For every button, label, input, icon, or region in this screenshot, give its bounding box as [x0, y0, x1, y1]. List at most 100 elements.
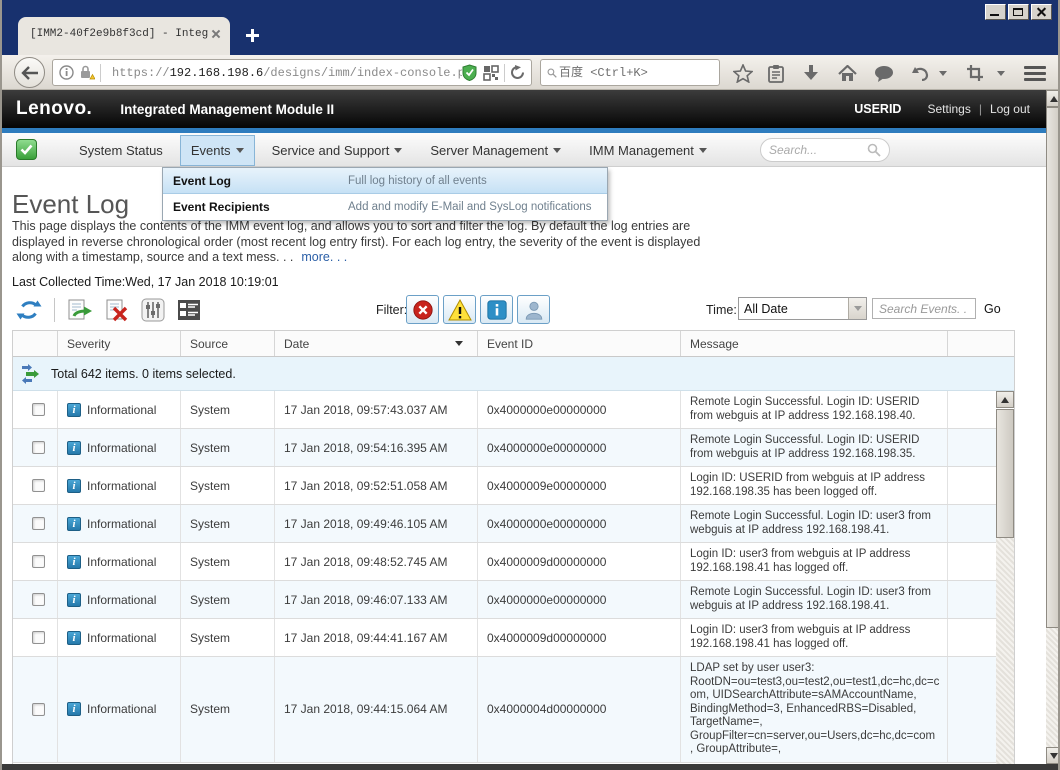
jump-to-filter-icon[interactable]: [21, 363, 43, 385]
table-scrollbar[interactable]: [996, 391, 1014, 764]
event-search-box[interactable]: [872, 298, 976, 319]
table-scrollbar-track[interactable]: [996, 538, 1014, 764]
table-scrollbar-thumb[interactable]: [996, 409, 1014, 538]
chevron-down-icon: [394, 148, 402, 153]
header-message[interactable]: Message: [681, 331, 948, 356]
browser-tab[interactable]: [IMM2-40f2e9b8f3cd] - Integ··: [18, 17, 230, 55]
undo-icon[interactable]: [907, 60, 933, 86]
nav-item-events[interactable]: Events: [180, 135, 255, 166]
close-button[interactable]: [1031, 4, 1052, 20]
bookmarks-panel-icon[interactable]: [763, 60, 789, 86]
row-select-cell: [13, 581, 58, 618]
time-select[interactable]: All Date: [738, 297, 867, 320]
event-id-cell: 0x4000009e00000000: [478, 467, 681, 504]
screenshot-menu-caret-icon[interactable]: [994, 60, 1008, 86]
settings-link[interactable]: Settings: [927, 102, 970, 116]
browser-search-input[interactable]: [557, 65, 713, 81]
browser-search-box[interactable]: [540, 59, 720, 86]
message-cell: Login ID: USERID from webguis at IP addr…: [681, 467, 948, 504]
logout-link[interactable]: Log out: [990, 102, 1030, 116]
severity-cell: iInformational: [58, 505, 181, 542]
undo-menu-caret-icon[interactable]: [936, 60, 950, 86]
refresh-icon[interactable]: [14, 296, 44, 324]
nav-item-system-status[interactable]: System Status: [68, 135, 174, 166]
filter-info-button[interactable]: [480, 295, 513, 324]
time-select-value: All Date: [744, 302, 788, 316]
header-severity[interactable]: Severity: [58, 331, 181, 356]
new-tab-button[interactable]: [240, 25, 264, 47]
description-text: This page displays the contents of the I…: [12, 219, 700, 264]
screenshot-tool-icon[interactable]: [962, 60, 988, 86]
audit-person-icon: [523, 299, 545, 321]
sort-desc-icon[interactable]: [455, 341, 463, 346]
nav-item-server-management[interactable]: Server Management: [419, 135, 572, 166]
row-checkbox[interactable]: [32, 593, 45, 606]
row-checkbox[interactable]: [32, 555, 45, 568]
header-select-column[interactable]: [13, 331, 58, 356]
informational-icon: i: [67, 403, 81, 417]
reload-icon[interactable]: [510, 65, 525, 80]
bookmark-star-icon[interactable]: [730, 60, 756, 86]
scroll-down-button[interactable]: [1046, 747, 1060, 764]
scroll-up-button[interactable]: [1046, 90, 1060, 107]
time-select-caret-icon[interactable]: [848, 298, 866, 319]
nav-search-box[interactable]: Search...: [760, 138, 890, 162]
lenovo-logo: Lenovo.: [16, 98, 92, 120]
informational-icon: i: [67, 555, 81, 569]
source-cell: System: [181, 581, 275, 618]
minimize-button[interactable]: [985, 4, 1006, 20]
filter-error-button[interactable]: [406, 295, 439, 324]
table-row: iInformational System 17 Jan 2018, 09:52…: [13, 467, 1014, 505]
nav-item-service-and-support[interactable]: Service and Support: [261, 135, 414, 166]
informational-icon: i: [67, 593, 81, 607]
qr-code-icon[interactable]: [483, 65, 499, 81]
downloads-icon[interactable]: [798, 60, 824, 86]
row-checkbox[interactable]: [32, 631, 45, 644]
go-button[interactable]: Go: [984, 302, 1001, 316]
table-row: iInformational System 17 Jan 2018, 09:57…: [13, 391, 1014, 429]
home-icon[interactable]: [834, 60, 860, 86]
menu-hamburger-icon[interactable]: [1024, 63, 1048, 83]
header-source[interactable]: Source: [181, 331, 275, 356]
url-bar[interactable]: https://192.168.198.6/designs/imm/index-…: [52, 59, 532, 86]
row-checkbox[interactable]: [32, 479, 45, 492]
export-log-icon[interactable]: [64, 296, 94, 324]
time-label: Time:: [706, 303, 737, 317]
table-rows-viewport: iInformational System 17 Jan 2018, 09:57…: [13, 391, 1014, 764]
system-status-ok-icon[interactable]: [16, 139, 37, 160]
clear-log-icon[interactable]: [101, 296, 131, 324]
row-checkbox[interactable]: [32, 441, 45, 454]
browser-scrollbar-track[interactable]: [1046, 628, 1060, 747]
site-info-icon[interactable]: [59, 65, 74, 80]
severity-cell: iInformational: [58, 581, 181, 618]
columns-icon[interactable]: [174, 296, 204, 324]
filter-warning-button[interactable]: [443, 295, 476, 324]
lock-warning-icon[interactable]: [79, 65, 95, 80]
tab-close-icon[interactable]: [210, 28, 222, 40]
filter-settings-icon[interactable]: [138, 296, 168, 324]
event-search-input[interactable]: [877, 299, 971, 318]
message-cell: Remote Login Successful. Login ID: USERI…: [681, 391, 948, 428]
filter-audit-button[interactable]: [517, 295, 550, 324]
source-cell: System: [181, 619, 275, 656]
date-cell: 17 Jan 2018, 09:49:46.105 AM: [275, 505, 478, 542]
row-checkbox[interactable]: [32, 703, 45, 716]
browser-scrollbar-thumb[interactable]: [1046, 107, 1060, 628]
chevron-down-icon: [699, 148, 707, 153]
chat-bubble-icon[interactable]: [871, 60, 897, 86]
maximize-button[interactable]: [1008, 4, 1029, 20]
header-date[interactable]: Date: [275, 331, 478, 356]
nav-item-imm-management[interactable]: IMM Management: [578, 135, 718, 166]
shield-ok-icon[interactable]: [462, 64, 477, 81]
more-link[interactable]: more. . .: [301, 250, 347, 264]
row-checkbox[interactable]: [32, 403, 45, 416]
browser-scrollbar[interactable]: [1046, 90, 1060, 764]
row-checkbox[interactable]: [32, 517, 45, 530]
menu-item-event-recipients[interactable]: Event Recipients Add and modify E-Mail a…: [163, 194, 607, 220]
chevron-down-icon: [236, 148, 244, 153]
urlbar-divider: [504, 64, 505, 82]
table-scroll-up-button[interactable]: [996, 391, 1014, 408]
header-event-id[interactable]: Event ID: [478, 331, 681, 356]
menu-item-event-log[interactable]: Event Log Full log history of all events: [163, 168, 607, 194]
back-button[interactable]: [14, 57, 45, 88]
